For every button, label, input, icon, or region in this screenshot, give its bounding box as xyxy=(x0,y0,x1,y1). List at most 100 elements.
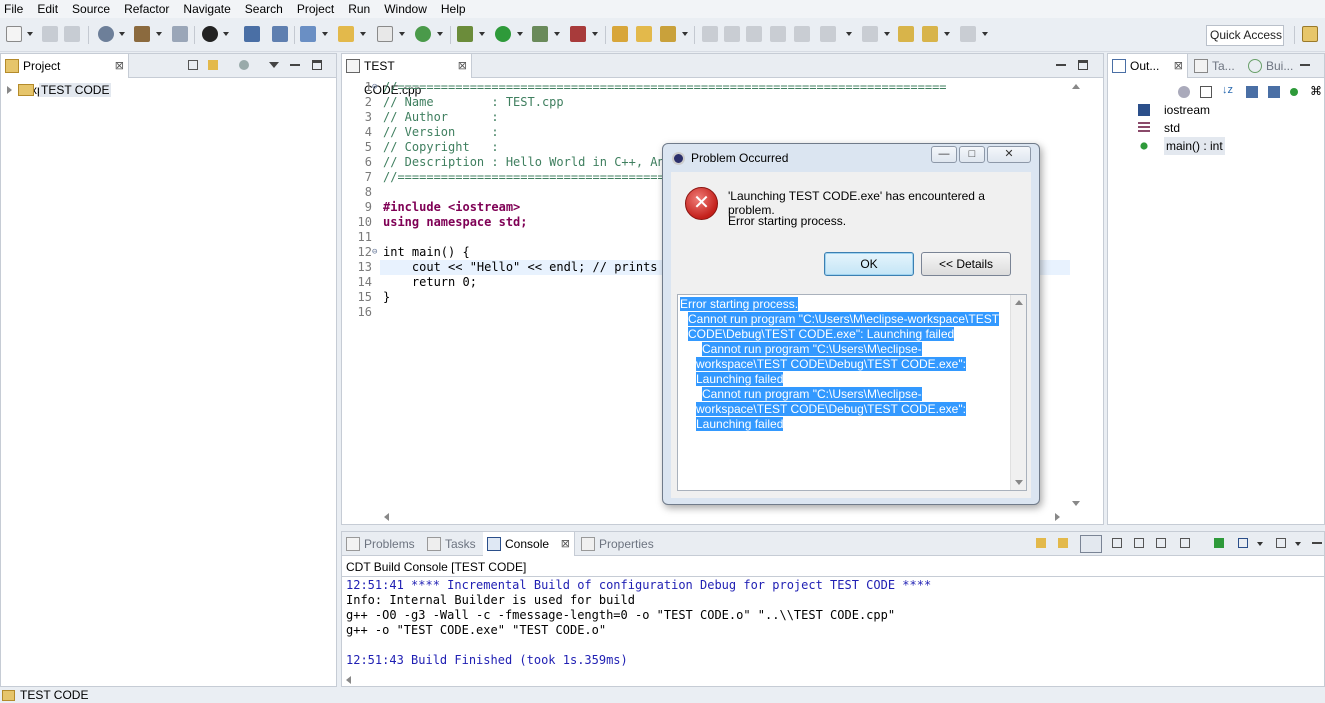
menu-source[interactable]: Source xyxy=(72,2,110,16)
forward-dropdown-arrow[interactable] xyxy=(982,32,988,36)
tree-item-test-code[interactable]: TEST CODE xyxy=(7,82,112,98)
scroll-left-icon[interactable] xyxy=(346,676,351,684)
save-all-icon[interactable] xyxy=(64,26,80,42)
external-tools-dropdown-arrow[interactable] xyxy=(592,32,598,36)
link-editor-icon[interactable] xyxy=(208,60,218,70)
menu-search[interactable]: Search xyxy=(245,2,283,16)
coverage-dropdown-arrow[interactable] xyxy=(554,32,560,36)
tab-project-explorer[interactable]: Project Explorer ⊠ xyxy=(1,54,129,97)
minimize-icon[interactable] xyxy=(1300,64,1310,66)
collapse-all-icon[interactable] xyxy=(188,60,198,70)
maximize-icon[interactable] xyxy=(1078,60,1088,70)
back-icon[interactable] xyxy=(922,26,938,42)
pilcrow-icon[interactable] xyxy=(794,26,810,42)
toggle-mark-icon[interactable] xyxy=(702,26,718,42)
outline-item-main[interactable]: main() : int xyxy=(1138,137,1225,155)
tab-properties[interactable]: Properties xyxy=(577,532,667,556)
ok-button[interactable]: OK xyxy=(824,252,914,276)
hide-members-icon[interactable] xyxy=(1290,88,1298,96)
next-annotation-dropdown-arrow[interactable] xyxy=(846,32,852,36)
profile-dropdown-arrow[interactable] xyxy=(223,32,229,36)
back-dropdown-arrow[interactable] xyxy=(944,32,950,36)
external-tools-icon[interactable] xyxy=(570,26,586,42)
pin-console-icon[interactable] xyxy=(1080,535,1102,553)
scroll-right-icon[interactable] xyxy=(1055,513,1060,521)
open-element-icon[interactable] xyxy=(636,26,652,42)
search-tool-icon[interactable] xyxy=(660,26,676,42)
scroll-lock-down-icon[interactable] xyxy=(1036,538,1046,548)
word-wrap-icon[interactable] xyxy=(1134,538,1144,548)
new-console-dropdown-arrow[interactable] xyxy=(1295,542,1301,546)
close-icon[interactable]: ⊠ xyxy=(458,54,467,78)
refresh-icon[interactable] xyxy=(415,26,431,42)
last-edit-icon[interactable] xyxy=(898,26,914,42)
new-dropdown-arrow[interactable] xyxy=(27,32,33,36)
prev-annotation-dropdown-arrow[interactable] xyxy=(884,32,890,36)
new-project-dropdown-arrow[interactable] xyxy=(322,32,328,36)
sort-icon[interactable]: ↓z xyxy=(1222,84,1233,96)
expand-twisty-icon[interactable] xyxy=(7,86,12,94)
menu-project[interactable]: Project xyxy=(297,2,334,16)
coverage-icon[interactable] xyxy=(532,26,548,42)
profile-icon[interactable] xyxy=(202,26,218,42)
debug-dropdown-arrow[interactable] xyxy=(479,32,485,36)
menu-run[interactable]: Run xyxy=(348,2,370,16)
scroll-lock-up-icon[interactable] xyxy=(1058,538,1068,548)
refresh-dropdown-arrow[interactable] xyxy=(437,32,443,36)
details-scrollbar[interactable] xyxy=(1010,295,1026,490)
menu-edit[interactable]: Edit xyxy=(37,2,58,16)
collapse-all-icon[interactable] xyxy=(1200,86,1212,98)
hide-non-public-icon[interactable] xyxy=(1268,86,1280,98)
hide-static-icon[interactable] xyxy=(1246,86,1258,98)
debug-icon[interactable] xyxy=(457,26,473,42)
quick-access-field[interactable]: Quick Access xyxy=(1206,25,1284,46)
details-button[interactable]: << Details xyxy=(921,252,1011,276)
block-select-icon[interactable] xyxy=(746,26,762,42)
scroll-down-icon[interactable] xyxy=(1015,480,1023,485)
build-dropdown-arrow[interactable] xyxy=(156,32,162,36)
hide-fields-icon[interactable] xyxy=(1178,86,1190,98)
toggle-word-wrap-icon[interactable] xyxy=(724,26,740,42)
tab-task-list[interactable]: Ta... xyxy=(1190,54,1238,78)
close-icon[interactable]: ⊠ xyxy=(115,54,124,78)
new-folder-icon[interactable] xyxy=(338,26,354,42)
editor-vertical-scrollbar[interactable] xyxy=(1069,80,1083,510)
open-perspective-icon[interactable] xyxy=(1302,26,1318,42)
menu-navigate[interactable]: Navigate xyxy=(183,2,230,16)
scroll-up-icon[interactable] xyxy=(1072,84,1080,89)
copy-build-log-icon[interactable] xyxy=(1112,538,1122,548)
binary-icon[interactable] xyxy=(172,26,188,42)
new-file-icon[interactable] xyxy=(377,26,393,42)
tab-tasks[interactable]: Tasks xyxy=(423,532,483,556)
outline-item-iostream[interactable]: iostream xyxy=(1138,101,1210,119)
filter-icon[interactable] xyxy=(239,60,249,70)
next-annotation-icon[interactable] xyxy=(820,26,836,42)
build-target-icon[interactable] xyxy=(98,26,114,42)
close-icon[interactable]: ⊠ xyxy=(1174,54,1183,78)
scroll-up-icon[interactable] xyxy=(1015,300,1023,305)
remove-icon[interactable] xyxy=(1156,538,1166,548)
new-console-icon[interactable] xyxy=(1276,538,1286,548)
tab-test-code-cpp[interactable]: TEST CODE.cpp ⊠ xyxy=(342,54,472,97)
link-icon[interactable]: ⌘ xyxy=(1310,84,1322,98)
outline-item-std[interactable]: std xyxy=(1138,119,1180,137)
tab-outline[interactable]: Out... ⊠ xyxy=(1108,54,1188,78)
editor-horizontal-scrollbar[interactable] xyxy=(382,510,1062,524)
open-console-icon[interactable] xyxy=(1214,538,1224,548)
terminal-icon[interactable] xyxy=(244,26,260,42)
scroll-left-icon[interactable] xyxy=(384,513,389,521)
console-output[interactable]: 12:51:41 **** Incremental Build of confi… xyxy=(346,578,931,668)
clear-console-icon[interactable] xyxy=(1180,538,1190,548)
tab-problems[interactable]: Problems xyxy=(342,532,422,556)
search-dropdown-arrow[interactable] xyxy=(682,32,688,36)
skip-breakpoints-icon[interactable] xyxy=(272,26,288,42)
display-console-dropdown-arrow[interactable] xyxy=(1257,542,1263,546)
menu-refactor[interactable]: Refactor xyxy=(124,2,169,16)
hammer-icon[interactable] xyxy=(134,26,150,42)
prev-annotation-icon[interactable] xyxy=(862,26,878,42)
menu-file[interactable]: File xyxy=(4,2,23,16)
build-target-dropdown-arrow[interactable] xyxy=(119,32,125,36)
minimize-icon[interactable] xyxy=(290,64,300,66)
close-button[interactable]: ✕ xyxy=(987,146,1031,163)
minimize-icon[interactable] xyxy=(1312,542,1322,544)
